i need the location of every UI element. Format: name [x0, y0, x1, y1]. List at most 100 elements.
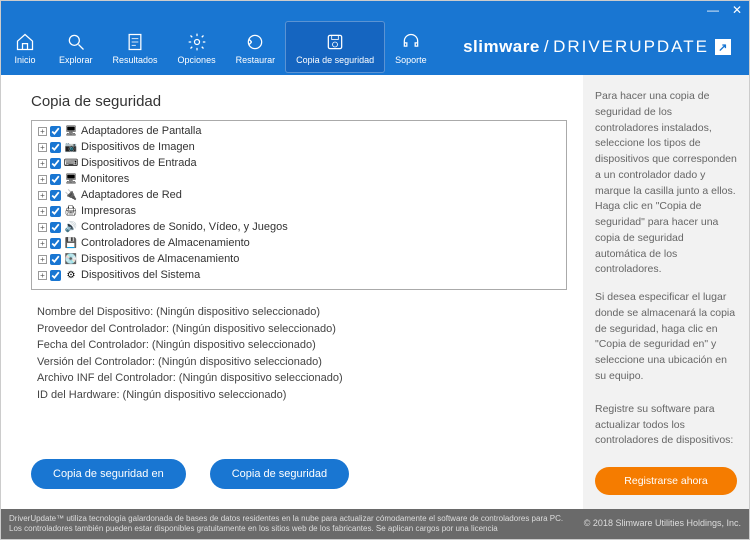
- detail-value: (Ningún dispositivo seleccionado): [179, 370, 343, 387]
- expand-icon[interactable]: +: [38, 207, 47, 216]
- expand-icon[interactable]: +: [38, 175, 47, 184]
- tree-checkbox[interactable]: [50, 206, 61, 217]
- brand: slimware / DRIVERUPDATE ↗: [463, 19, 749, 75]
- tree-row[interactable]: + ⚙Dispositivos del Sistema: [34, 267, 564, 283]
- launch-icon[interactable]: ↗: [715, 39, 731, 55]
- footer: DriverUpdate™ utiliza tecnología galardo…: [1, 509, 749, 539]
- tree-checkbox[interactable]: [50, 270, 61, 281]
- tree-checkbox[interactable]: [50, 254, 61, 265]
- expand-icon[interactable]: +: [38, 127, 47, 136]
- app-window: — ✕ Inicio Explorar Resultados Opciones: [0, 0, 750, 540]
- restore-icon: [244, 31, 266, 53]
- detail-value: (Ningún dispositivo seleccionado): [172, 321, 336, 338]
- tree-row[interactable]: +⌨Dispositivos de Entrada: [34, 155, 564, 171]
- device-icon: 🖨: [64, 204, 78, 218]
- tree-checkbox[interactable]: [50, 238, 61, 249]
- close-button[interactable]: ✕: [731, 4, 743, 16]
- device-tree[interactable]: +🖥Adaptadores de Pantalla+📷Dispositivos …: [31, 120, 567, 290]
- nav-label: Resultados: [113, 55, 158, 65]
- help-sidebar: Para hacer una copia de seguridad de los…: [583, 75, 749, 509]
- tree-label: Controladores de Sonido, Vídeo, y Juegos: [81, 221, 288, 233]
- nav-label: Copia de seguridad: [296, 55, 374, 65]
- detail-key: ID del Hardware:: [37, 387, 120, 404]
- detail-key: Fecha del Controlador:: [37, 337, 149, 354]
- minimize-button[interactable]: —: [707, 4, 719, 16]
- register-button[interactable]: Registrarse ahora: [595, 467, 737, 495]
- expand-icon[interactable]: +: [38, 159, 47, 168]
- nav-explorar[interactable]: Explorar: [49, 19, 103, 75]
- tree-label: Dispositivos de Almacenamiento: [81, 253, 239, 265]
- expand-icon[interactable]: +: [38, 255, 47, 264]
- detail-key: Nombre del Dispositivo:: [37, 304, 153, 321]
- expand-icon[interactable]: +: [38, 191, 47, 200]
- gear-icon: [186, 31, 208, 53]
- expand-icon[interactable]: +: [38, 239, 47, 248]
- tree-row[interactable]: + 💾Controladores de Almacenamiento: [34, 235, 564, 251]
- brand-slash: /: [544, 37, 549, 57]
- tree-checkbox[interactable]: [50, 174, 61, 185]
- device-icon: 🖥: [64, 172, 78, 186]
- help-text-1: Para hacer una copia de seguridad de los…: [595, 89, 737, 278]
- tree-row[interactable]: +🔊Controladores de Sonido, Vídeo, y Jueg…: [34, 219, 564, 235]
- nav-resultados[interactable]: Resultados: [103, 19, 168, 75]
- expand-icon[interactable]: +: [38, 271, 47, 280]
- brand-name-2: DRIVERUPDATE: [553, 37, 709, 57]
- detail-value: (Ningún dispositivo seleccionado): [158, 354, 322, 371]
- tree-checkbox[interactable]: [50, 158, 61, 169]
- main-panel: Copia de seguridad +🖥Adaptadores de Pant…: [1, 75, 583, 509]
- nav-label: Restaurar: [236, 55, 276, 65]
- tree-row[interactable]: +🖥Adaptadores de Pantalla: [34, 123, 564, 139]
- detail-value: (Ningún dispositivo seleccionado): [156, 304, 320, 321]
- nav-label: Explorar: [59, 55, 93, 65]
- tree-row[interactable]: +📷Dispositivos de Imagen: [34, 139, 564, 155]
- headset-icon: [400, 31, 422, 53]
- tree-label: Dispositivos del Sistema: [81, 269, 200, 281]
- tree-row[interactable]: + 💽Dispositivos de Almacenamiento: [34, 251, 564, 267]
- footer-copyright: © 2018 Slimware Utilities Holdings, Inc.: [584, 518, 741, 530]
- backup-icon: [324, 31, 346, 53]
- search-icon: [65, 31, 87, 53]
- tree-checkbox[interactable]: [50, 190, 61, 201]
- brand-name-1: slimware: [463, 37, 540, 57]
- device-details: Nombre del Dispositivo:(Ningún dispositi…: [31, 304, 567, 403]
- nav-restaurar[interactable]: Restaurar: [226, 19, 286, 75]
- nav: Inicio Explorar Resultados Opciones Rest…: [1, 19, 437, 75]
- device-icon: 💾: [64, 236, 78, 250]
- tree-label: Monitores: [81, 173, 129, 185]
- backup-in-button[interactable]: Copia de seguridad en: [31, 459, 186, 489]
- detail-key: Proveedor del Controlador:: [37, 321, 169, 338]
- action-buttons: Copia de seguridad en Copia de seguridad: [31, 451, 567, 501]
- tree-row[interactable]: +🔌Adaptadores de Red: [34, 187, 564, 203]
- nav-copia[interactable]: Copia de seguridad: [285, 21, 385, 73]
- tree-label: Adaptadores de Red: [81, 189, 182, 201]
- titlebar: — ✕: [1, 1, 749, 19]
- device-icon: ⚙: [64, 268, 78, 282]
- page-title: Copia de seguridad: [31, 93, 567, 110]
- nav-label: Opciones: [178, 55, 216, 65]
- device-icon: 🖥: [64, 124, 78, 138]
- home-icon: [14, 31, 36, 53]
- body: Copia de seguridad +🖥Adaptadores de Pant…: [1, 75, 749, 509]
- tree-label: Impresoras: [81, 205, 136, 217]
- nav-opciones[interactable]: Opciones: [168, 19, 226, 75]
- tree-checkbox[interactable]: [50, 222, 61, 233]
- tree-label: Dispositivos de Entrada: [81, 157, 197, 169]
- tree-row[interactable]: + 🖨Impresoras: [34, 203, 564, 219]
- register-section: Registre su software para actualizar tod…: [595, 402, 737, 495]
- expand-icon[interactable]: +: [38, 143, 47, 152]
- nav-inicio[interactable]: Inicio: [1, 19, 49, 75]
- tree-checkbox[interactable]: [50, 142, 61, 153]
- tree-row[interactable]: + 🖥Monitores: [34, 171, 564, 187]
- backup-button[interactable]: Copia de seguridad: [210, 459, 349, 489]
- nav-soporte[interactable]: Soporte: [385, 19, 437, 75]
- register-text: Registre su software para actualizar tod…: [595, 402, 737, 449]
- detail-value: (Ningún dispositivo seleccionado): [152, 337, 316, 354]
- help-text-2: Si desea especificar el lugar donde se a…: [595, 290, 737, 385]
- tree-checkbox[interactable]: [50, 126, 61, 137]
- footer-disclaimer: DriverUpdate™ utiliza tecnología galardo…: [9, 514, 584, 535]
- expand-icon[interactable]: +: [38, 223, 47, 232]
- device-icon: 💽: [64, 252, 78, 266]
- tree-label: Controladores de Almacenamiento: [81, 237, 250, 249]
- document-icon: [124, 31, 146, 53]
- nav-label: Inicio: [14, 55, 35, 65]
